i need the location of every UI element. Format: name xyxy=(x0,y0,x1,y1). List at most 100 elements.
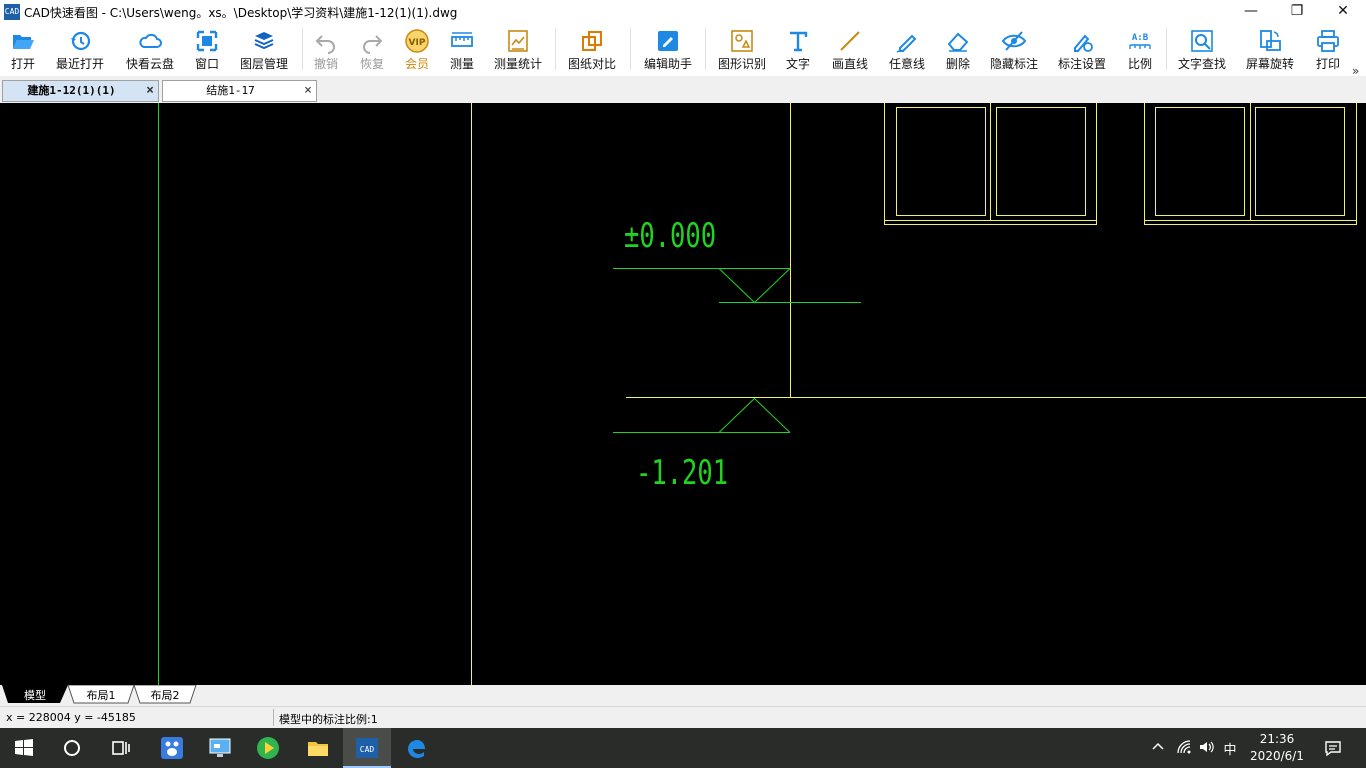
taskbar-edge[interactable] xyxy=(392,728,440,768)
redo-icon xyxy=(363,35,383,54)
toolbar-label: 图纸对比 xyxy=(567,57,616,71)
undo-button[interactable]: 撤销 xyxy=(306,24,346,76)
volume-speaker-icon[interactable] xyxy=(1196,739,1216,757)
start-button[interactable] xyxy=(0,728,48,768)
network-wifi-icon[interactable] xyxy=(1174,739,1194,757)
drawing-svg[interactable]: ±0.000 -1.201 xyxy=(0,103,1366,685)
taskbar-baidu-netdisk[interactable] xyxy=(148,728,196,768)
vip-button[interactable]: VIP 会员 xyxy=(398,24,436,76)
window-button[interactable]: 窗口 xyxy=(186,24,228,76)
title-bar: CAD CAD快速看图 - C:\Users\weng。xs。\Desktop\… xyxy=(0,0,1366,24)
recent-history-icon xyxy=(71,31,91,51)
scale-button[interactable]: A:B 比例 xyxy=(1120,24,1160,76)
toolbar-separator xyxy=(302,28,303,70)
text-button[interactable]: 文字 xyxy=(778,24,818,76)
coordinate-readout: x = 228004 y = -45185 xyxy=(6,711,136,724)
tab-close-icon[interactable]: × xyxy=(146,81,154,101)
elevation-marker-bottom xyxy=(613,397,791,433)
freehand-pen-icon xyxy=(896,34,917,53)
toolbar-separator xyxy=(555,28,556,70)
clock-time: 21:36 xyxy=(1259,732,1295,746)
windows-start-icon xyxy=(15,739,33,756)
close-button[interactable]: ✕ xyxy=(1320,0,1366,24)
compare-icon xyxy=(582,31,602,51)
taskbar-cad-viewer-active[interactable]: CAD xyxy=(343,728,391,768)
taskbar-clock[interactable]: 21:36 2020/6/1 xyxy=(1248,731,1306,765)
freehand-line-button[interactable]: 任意线 xyxy=(884,24,930,76)
toolbar-label: 屏幕旋转 xyxy=(1245,57,1294,71)
toolbar-label: 窗口 xyxy=(194,57,219,71)
open-button[interactable]: 打开 xyxy=(0,24,46,76)
toolbar-label: 图形识别 xyxy=(717,57,766,71)
drawing-canvas[interactable]: ±0.000 -1.201 xyxy=(0,103,1366,685)
layout-tab-2[interactable]: 布局2 xyxy=(151,689,180,702)
toolbar-label: 打开 xyxy=(10,57,35,71)
annotation-settings-icon xyxy=(1074,34,1093,52)
window-frame xyxy=(884,103,1097,225)
toolbar-label: 会员 xyxy=(404,57,429,71)
toolbar-label: 最近打开 xyxy=(55,57,104,71)
eraser-icon xyxy=(947,32,969,52)
text-icon xyxy=(790,31,808,52)
annotation-settings-button[interactable]: 标注设置 xyxy=(1052,24,1112,76)
measure-button[interactable]: 测量 xyxy=(442,24,482,76)
toolbar-label: 比例 xyxy=(1127,57,1152,71)
taskbar-remote-desktop[interactable] xyxy=(196,728,244,768)
elevation-label-bottom: -1.201 xyxy=(636,453,728,493)
search-button[interactable] xyxy=(48,728,96,768)
tab-close-icon[interactable]: × xyxy=(304,81,312,101)
toolbar-separator xyxy=(1166,28,1167,70)
layout-tab-1[interactable]: 布局1 xyxy=(87,689,116,702)
line-icon xyxy=(840,31,860,51)
screen-rotate-button[interactable]: 屏幕旋转 xyxy=(1240,24,1300,76)
measure-stats-button[interactable]: 测量统计 xyxy=(488,24,548,76)
task-view-button[interactable] xyxy=(96,728,144,768)
toolbar-separator xyxy=(705,28,706,70)
window-icon xyxy=(196,30,218,52)
shape-recognition-icon xyxy=(731,30,753,52)
taskbar-media-player[interactable] xyxy=(244,728,292,768)
toolbar-label: 画直线 xyxy=(831,57,868,71)
text-search-button[interactable]: 文字查找 xyxy=(1172,24,1232,76)
layout-tab-bar: 模型 布局1 布局2 xyxy=(0,685,1366,706)
tray-chevron-up-icon[interactable] xyxy=(1148,739,1168,757)
shape-recognition-button[interactable]: 图形识别 xyxy=(712,24,772,76)
scale-icon: A:B xyxy=(1129,33,1151,49)
ime-indicator[interactable]: 中 xyxy=(1220,739,1240,758)
maximize-button[interactable]: ❐ xyxy=(1274,0,1320,24)
layout-tabs: 模型 布局1 布局2 xyxy=(2,685,197,704)
toolbar-separator xyxy=(630,28,631,70)
tab-drawing-jianshi[interactable]: 建施1-12(1)(1) × xyxy=(2,80,159,102)
minimize-button[interactable]: — xyxy=(1228,0,1274,24)
delete-button[interactable]: 删除 xyxy=(938,24,978,76)
cloud-drive-button[interactable]: 快看云盘 xyxy=(120,24,180,76)
hide-eye-icon xyxy=(1001,31,1027,51)
vip-icon: VIP xyxy=(405,29,429,53)
layer-manager-button[interactable]: 图层管理 xyxy=(234,24,294,76)
hide-annotation-button[interactable]: 隐藏标注 xyxy=(986,24,1042,76)
taskbar-file-explorer[interactable] xyxy=(294,728,342,768)
edit-assistant-icon xyxy=(658,31,678,51)
tab-drawing-jieshi[interactable]: 结施1-17 × xyxy=(162,80,317,102)
undo-icon xyxy=(315,35,335,54)
main-toolbar: 打开 最近打开 快看云盘 窗口 图层管理 撤销 恢复 VIP 会员 测量 测量统… xyxy=(0,24,1366,78)
toolbar-label: 打印 xyxy=(1315,57,1340,71)
windows-taskbar: CAD 中 21:36 2020/6/1 xyxy=(0,728,1366,768)
draw-line-button[interactable]: 画直线 xyxy=(826,24,874,76)
edit-assistant-button[interactable]: 编辑助手 xyxy=(638,24,698,76)
print-button[interactable]: 打印 xyxy=(1308,24,1348,76)
recent-open-button[interactable]: 最近打开 xyxy=(50,24,110,76)
window-frame xyxy=(1144,103,1357,225)
drawing-compare-button[interactable]: 图纸对比 xyxy=(562,24,622,76)
status-divider xyxy=(273,709,274,726)
layout-tab-model[interactable]: 模型 xyxy=(24,688,46,702)
screen-rotate-icon xyxy=(1260,30,1281,51)
text-search-icon xyxy=(1191,30,1213,52)
toolbar-label: 标注设置 xyxy=(1057,57,1106,71)
edge-icon xyxy=(408,740,425,758)
toolbar-label: 隐藏标注 xyxy=(989,57,1038,71)
status-bar: x = 228004 y = -45185 模型中的标注比例:1 xyxy=(0,706,1366,728)
file-explorer-icon xyxy=(308,742,328,756)
notification-center-icon[interactable] xyxy=(1322,739,1344,757)
redo-button[interactable]: 恢复 xyxy=(352,24,392,76)
